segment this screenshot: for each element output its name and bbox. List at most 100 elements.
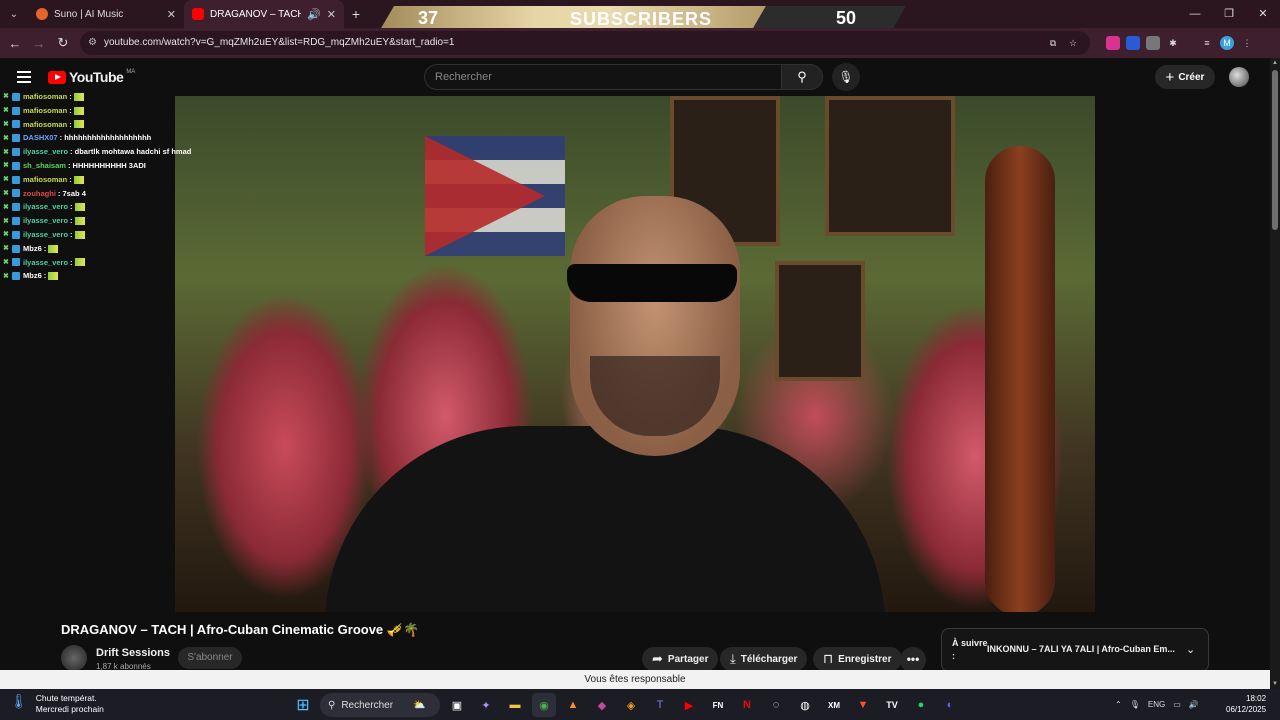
subscribe-button[interactable]: S'abonner xyxy=(178,647,242,669)
address-bar-row: ← → ↻ ⚙ youtube.com/watch?v=G_mqZMh2uEY&… xyxy=(0,28,1280,58)
extension-grey-icon[interactable] xyxy=(1146,36,1160,50)
chat-emote xyxy=(73,120,84,129)
netflix-icon[interactable]: N xyxy=(735,693,759,717)
chat-username[interactable]: ilyasse_vero xyxy=(23,145,68,159)
microphone-tray-icon[interactable]: 🎙 xyxy=(1130,700,1140,709)
reload-icon[interactable]: ↻ xyxy=(51,35,75,51)
search-button[interactable]: ⚲ xyxy=(781,64,823,90)
windows-start-icon[interactable]: ⊞ xyxy=(291,693,315,717)
chat-username[interactable]: ilyasse_vero xyxy=(23,228,68,242)
speaker-icon[interactable]: 🔊 xyxy=(307,8,321,21)
share-button[interactable]: ➦ Partager xyxy=(642,647,719,671)
chevron-down-icon[interactable]: ⌄ xyxy=(1186,643,1195,656)
taskbar-clock[interactable]: 18:02 06/12/2025 xyxy=(1226,693,1266,715)
chat-text: : xyxy=(69,92,72,101)
close-window-icon[interactable]: ✕ xyxy=(1246,0,1280,28)
volume-icon[interactable]: 🔊 xyxy=(1189,700,1199,709)
save-label: Enregistrer xyxy=(838,653,892,665)
extension-pink-icon[interactable] xyxy=(1106,36,1120,50)
brave-icon[interactable]: ▼ xyxy=(851,693,875,717)
weather-widget[interactable]: 🌡 Chute températ. Mercredi prochain xyxy=(10,693,104,715)
search-input[interactable]: Rechercher xyxy=(424,64,782,90)
language-indicator[interactable]: ENG xyxy=(1148,700,1165,709)
app-tv-icon[interactable]: TV xyxy=(880,693,904,717)
scrollbar-thumb[interactable] xyxy=(1272,70,1278,230)
browser-menu-icon[interactable]: ⋮ xyxy=(1240,36,1254,50)
chat-username[interactable]: ilyasse_vero xyxy=(23,200,68,214)
user-badge-icon xyxy=(12,148,20,157)
network-icon[interactable]: ▭ xyxy=(1173,700,1181,709)
suno-favicon-icon xyxy=(36,8,48,20)
tab-suno[interactable]: Suno | AI Music ✕ xyxy=(28,0,184,28)
install-app-icon[interactable]: ⧉ xyxy=(1046,36,1060,50)
chat-text: : xyxy=(70,216,73,226)
video-info: DRAGANOV – TACH | Afro-Cuban Cinematic G… xyxy=(0,612,1270,673)
discord-icon[interactable]: ◐ xyxy=(938,693,962,717)
app-orange-icon[interactable]: ▲ xyxy=(561,693,585,717)
hamburger-menu-icon[interactable] xyxy=(17,71,31,86)
channel-name[interactable]: Drift Sessions xyxy=(96,647,170,659)
back-icon[interactable]: ← xyxy=(3,36,27,51)
chat-username[interactable]: mafiosoman xyxy=(23,90,67,104)
chat-emote xyxy=(48,272,59,281)
scroll-down-icon[interactable]: ▼ xyxy=(1272,681,1278,687)
fn-app-icon[interactable]: FN xyxy=(706,693,730,717)
save-button[interactable]: ⊓ Enregistrer xyxy=(813,647,902,671)
puzzle-icon[interactable]: ✱ xyxy=(1166,36,1180,50)
app-globe-icon[interactable]: ◍ xyxy=(793,693,817,717)
chat-username[interactable]: ilyasse_vero xyxy=(23,214,68,228)
media-queue-icon[interactable]: ≡ xyxy=(1200,36,1214,50)
download-button[interactable]: ⤓ Télécharger xyxy=(720,647,808,671)
app-circle-icon[interactable]: ◌ xyxy=(764,693,788,717)
up-next-card[interactable]: À suivre : INKONNU – 7ALI YA 7ALI | Afro… xyxy=(941,628,1209,672)
account-avatar[interactable] xyxy=(1229,67,1249,87)
tab-youtube[interactable]: DRAGANOV – TACH | Afro-C 🔊 ✕ xyxy=(184,0,344,28)
site-info-icon[interactable]: ⚙ xyxy=(88,31,97,55)
tray-chevron-icon[interactable]: ⌃ xyxy=(1115,700,1122,709)
page-scrollbar[interactable]: ▲ ▼ xyxy=(1270,58,1280,689)
chat-username[interactable]: sh_shaisam xyxy=(23,159,66,173)
app-shield-icon[interactable]: ◈ xyxy=(619,693,643,717)
minimize-icon[interactable]: — xyxy=(1178,0,1212,28)
url-field[interactable]: ⚙ youtube.com/watch?v=G_mqZMh2uEY&list=R… xyxy=(80,31,1090,55)
teams-icon[interactable]: T xyxy=(648,693,672,717)
app-purple-icon[interactable]: ◆ xyxy=(590,693,614,717)
tab-title: DRAGANOV – TACH | Afro-C xyxy=(210,8,302,20)
chat-username[interactable]: mafiosoman xyxy=(23,118,67,132)
chat-username[interactable]: mafiosoman xyxy=(23,173,67,187)
chat-username[interactable]: Mbz6 xyxy=(23,242,42,256)
chat-username[interactable]: DASHX07 xyxy=(23,131,58,145)
youtube-logo[interactable]: YouTube MA xyxy=(48,69,135,85)
voice-search-button[interactable]: 🎙 xyxy=(832,63,860,91)
scroll-up-icon[interactable]: ▲ xyxy=(1272,60,1278,66)
file-explorer-icon[interactable]: ▬ xyxy=(503,693,527,717)
maximize-icon[interactable]: ❐ xyxy=(1212,0,1246,28)
chat-username[interactable]: ilyasse_vero xyxy=(23,256,68,270)
user-badge-icon xyxy=(12,230,20,239)
chat-badge-icon: ✖ xyxy=(3,176,9,184)
chat-username[interactable]: mafiosoman xyxy=(23,104,67,118)
chat-message: ✖ mafiosoman: xyxy=(3,173,203,187)
chat-username[interactable]: Mbz6 xyxy=(23,269,42,283)
chrome-icon[interactable]: ◉ xyxy=(532,693,556,717)
chat-message: ✖ ilyasse_vero: xyxy=(3,228,203,242)
profile-avatar[interactable]: M xyxy=(1220,36,1234,50)
youtube-app-icon[interactable]: ▶ xyxy=(677,693,701,717)
copilot-icon[interactable]: ✦ xyxy=(474,693,498,717)
up-next-label: À suivre : xyxy=(952,638,988,661)
task-view-icon[interactable]: ▣ xyxy=(445,693,469,717)
chat-username[interactable]: zouhaghi xyxy=(23,187,56,201)
video-frame[interactable] xyxy=(175,96,1095,612)
new-tab-button[interactable]: + xyxy=(344,6,368,22)
extension-blue-icon[interactable] xyxy=(1126,36,1140,50)
tab-search-icon[interactable]: ⌄ xyxy=(0,0,28,28)
channel-avatar[interactable] xyxy=(61,645,87,671)
forward-icon[interactable]: → xyxy=(27,36,51,51)
close-tab-icon[interactable]: ✕ xyxy=(167,8,176,21)
spotify-icon[interactable]: ● xyxy=(909,693,933,717)
bookmark-star-icon[interactable]: ☆ xyxy=(1066,36,1080,50)
close-tab-icon[interactable]: ✕ xyxy=(327,8,336,21)
taskbar-search[interactable]: ⚲ Rechercher ⛅ xyxy=(320,693,440,717)
xm-app-icon[interactable]: XM xyxy=(822,693,846,717)
create-button[interactable]: + Créer xyxy=(1155,65,1215,89)
